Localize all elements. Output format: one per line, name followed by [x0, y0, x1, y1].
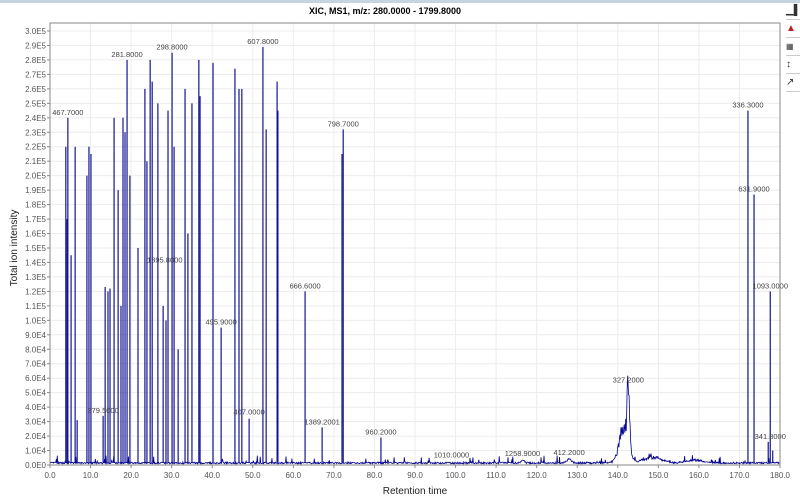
peak-label: 412.2000: [553, 448, 584, 457]
y-tick-label: 2.0E4: [25, 432, 46, 441]
peak-label: 467.7000: [52, 108, 83, 117]
peak-label: 1395.8000: [147, 255, 182, 264]
x-tick-label: 180.0: [770, 471, 791, 480]
x-tick-label: 30.0: [164, 471, 180, 480]
y-axis-ticks: 0.0E0 1.0E4 2.0E4 3.0E4 4.0E4 5.0E4 6.0E4 7.0E4…: [25, 27, 50, 470]
x-tick-label: 170.0: [729, 471, 750, 480]
peak-label: 1389.2001: [304, 417, 339, 426]
x-tick-label: 90.0: [407, 471, 423, 480]
peak-label: 960.2000: [365, 428, 396, 437]
peak-label: 1010.0000: [434, 451, 469, 460]
x-tick-label: 0.0: [44, 471, 56, 480]
x-tick-label: 20.0: [123, 471, 139, 480]
x-tick-label: 40.0: [204, 471, 220, 480]
x-axis-label: Retention time: [383, 486, 448, 497]
y-tick-label: 2.3E5: [25, 128, 46, 137]
y-tick-label: 1.7E5: [25, 215, 46, 224]
peak-label: 336.3000: [732, 101, 763, 110]
xic-chart[interactable]: 0.0E0 1.0E4 2.0E4 3.0E4 4.0E4 5.0E4 6.0E4 7.0E4…: [0, 0, 800, 503]
peak-label: 379.5000: [87, 406, 118, 415]
y-tick-label: 8.0E4: [25, 345, 46, 354]
y-tick-label: 2.8E5: [25, 56, 46, 65]
y-tick-label: 1.1E5: [25, 302, 46, 311]
y-tick-label: 1.6E5: [25, 230, 46, 239]
y-tick-label: 0.0E0: [25, 461, 46, 470]
y-tick-label: 7.0E4: [25, 360, 46, 369]
y-tick-label: 9.0E4: [25, 331, 46, 340]
y-tick-label: 1.2E5: [25, 287, 46, 296]
peak-label: 407.0000: [233, 407, 264, 416]
x-tick-label: 110.0: [486, 471, 506, 480]
x-tick-label: 10.0: [83, 471, 99, 480]
peak-label: 1258.9000: [505, 449, 540, 458]
zoom-icon[interactable]: ↗: [786, 74, 800, 92]
x-tick-label: 160.0: [689, 471, 710, 480]
x-tick-label: 50.0: [245, 471, 261, 480]
y-tick-label: 1.9E5: [25, 186, 46, 195]
peak-label: 281.8000: [111, 50, 142, 59]
y-tick-label: 3.0E4: [25, 418, 46, 427]
peak-label: 327.2000: [613, 375, 644, 384]
y-tick-label: 1.5E5: [25, 244, 46, 253]
y-tick-label: 2.5E5: [25, 99, 46, 108]
peak-label: 341.8000: [755, 432, 786, 441]
x-tick-label: 60.0: [286, 471, 302, 480]
highlight-peaks-icon[interactable]: ▲: [786, 20, 800, 38]
x-tick-label: 120.0: [527, 471, 548, 480]
y-tick-label: 2.1E5: [25, 157, 46, 166]
x-tick-label: 150.0: [648, 471, 669, 480]
x-tick-label: 100.0: [446, 471, 467, 480]
peak-label: 666.6000: [289, 281, 320, 290]
chart-toolbar: ▁▌ ▲ ▦ ↕ ↗: [786, 2, 800, 92]
y-tick-label: 3.0E5: [25, 27, 46, 36]
y-tick-label: 6.0E4: [25, 374, 46, 383]
y-tick-label: 1.4E5: [25, 258, 46, 267]
y-tick-label: 2.2E5: [25, 143, 46, 152]
y-axis-label: Total ion intensity: [9, 210, 20, 287]
y-tick-label: 2.0E5: [25, 172, 46, 181]
peak-label: 798.7000: [328, 119, 359, 128]
axis-settings-icon[interactable]: ↕: [786, 56, 800, 74]
y-tick-label: 1.3E5: [25, 273, 46, 282]
x-tick-label: 140.0: [608, 471, 629, 480]
y-tick-label: 2.7E5: [25, 70, 46, 79]
x-axis-ticks: 0.0 10.0 20.0 30.0 40.0 50.0 60.0 70.0 80.0 90.0 1…: [44, 465, 791, 480]
y-tick-label: 1.0E5: [25, 316, 46, 325]
y-tick-label: 2.9E5: [25, 41, 46, 50]
peak-label: 607.8000: [247, 37, 278, 46]
y-tick-label: 2.4E5: [25, 114, 46, 123]
peak-label: 631.9000: [738, 184, 769, 193]
grid: [49, 23, 781, 466]
y-tick-label: 5.0E4: [25, 389, 46, 398]
x-tick-label: 80.0: [367, 471, 383, 480]
x-tick-label: 130.0: [567, 471, 588, 480]
y-tick-label: 1.0E4: [25, 447, 46, 456]
y-tick-label: 4.0E4: [25, 403, 46, 412]
x-tick-label: 70.0: [326, 471, 342, 480]
toggle-labels-icon[interactable]: ▦: [786, 38, 800, 56]
peak-label: 1093.0000: [753, 281, 788, 290]
peak-label: 495.9000: [205, 318, 236, 327]
show-spectrum-icon[interactable]: ▁▌: [786, 2, 800, 20]
y-tick-label: 2.6E5: [25, 85, 46, 94]
peak-label: 298.8000: [156, 43, 187, 52]
y-tick-label: 1.8E5: [25, 201, 46, 210]
